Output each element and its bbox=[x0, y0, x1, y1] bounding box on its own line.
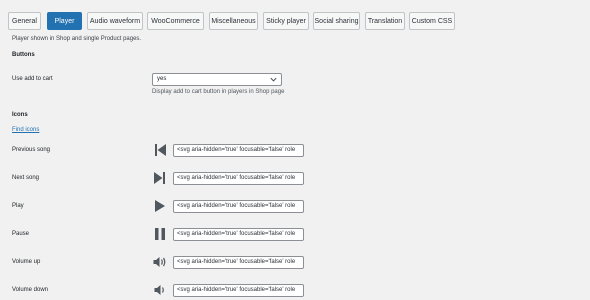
buttons-heading: Buttons bbox=[12, 52, 35, 58]
tab-custom-css[interactable]: Custom CSS bbox=[409, 12, 455, 30]
add-to-cart-value: yes bbox=[157, 76, 167, 82]
tab-audio-waveform[interactable]: Audio waveform bbox=[87, 12, 143, 30]
next-song-field[interactable]: <svg aria-hidden='true' focusable='false… bbox=[173, 172, 304, 185]
volume-up-icon bbox=[153, 257, 166, 267]
play-field[interactable]: <svg aria-hidden='true' focusable='false… bbox=[173, 200, 304, 213]
volume-up-label: Volume up bbox=[12, 259, 41, 265]
tab-miscellaneous[interactable]: Miscellaneous bbox=[209, 12, 258, 30]
play-icon bbox=[155, 200, 165, 212]
next-song-label: Next song bbox=[12, 175, 40, 181]
player-description: Player shown in Shop and single Product … bbox=[12, 36, 142, 42]
add-to-cart-label: Use add to cart bbox=[12, 76, 53, 82]
volume-down-label: Volume down bbox=[12, 287, 49, 293]
pause-label: Pause bbox=[12, 231, 30, 237]
play-label: Play bbox=[12, 203, 24, 209]
tab-translation[interactable]: Translation bbox=[365, 12, 405, 30]
add-to-cart-select[interactable]: yes bbox=[152, 73, 282, 86]
previous-icon bbox=[155, 144, 166, 156]
volume-up-field[interactable]: <svg aria-hidden='true' focusable='false… bbox=[173, 256, 304, 269]
tab-player[interactable]: Player bbox=[47, 12, 82, 30]
pause-field[interactable]: <svg aria-hidden='true' focusable='false… bbox=[173, 228, 304, 241]
volume-down-icon bbox=[154, 285, 164, 295]
next-icon bbox=[154, 172, 165, 184]
add-to-cart-hint: Display add to cart button in players in… bbox=[152, 89, 285, 95]
tab-sticky-player[interactable]: Sticky player bbox=[263, 12, 309, 30]
tab-social-sharing[interactable]: Social sharing bbox=[313, 12, 360, 30]
tab-woocommerce[interactable]: WooCommerce bbox=[147, 12, 204, 30]
previous-song-label: Previous song bbox=[12, 147, 51, 153]
icons-heading: Icons bbox=[12, 112, 28, 118]
find-icons-link[interactable]: Find icons bbox=[12, 127, 39, 133]
volume-down-field[interactable]: <svg aria-hidden='true' focusable='false… bbox=[173, 284, 304, 297]
chevron-down-icon bbox=[270, 77, 277, 82]
tab-general[interactable]: General bbox=[8, 12, 41, 30]
pause-icon bbox=[155, 228, 165, 240]
previous-song-field[interactable]: <svg aria-hidden='true' focusable='false… bbox=[173, 144, 304, 157]
